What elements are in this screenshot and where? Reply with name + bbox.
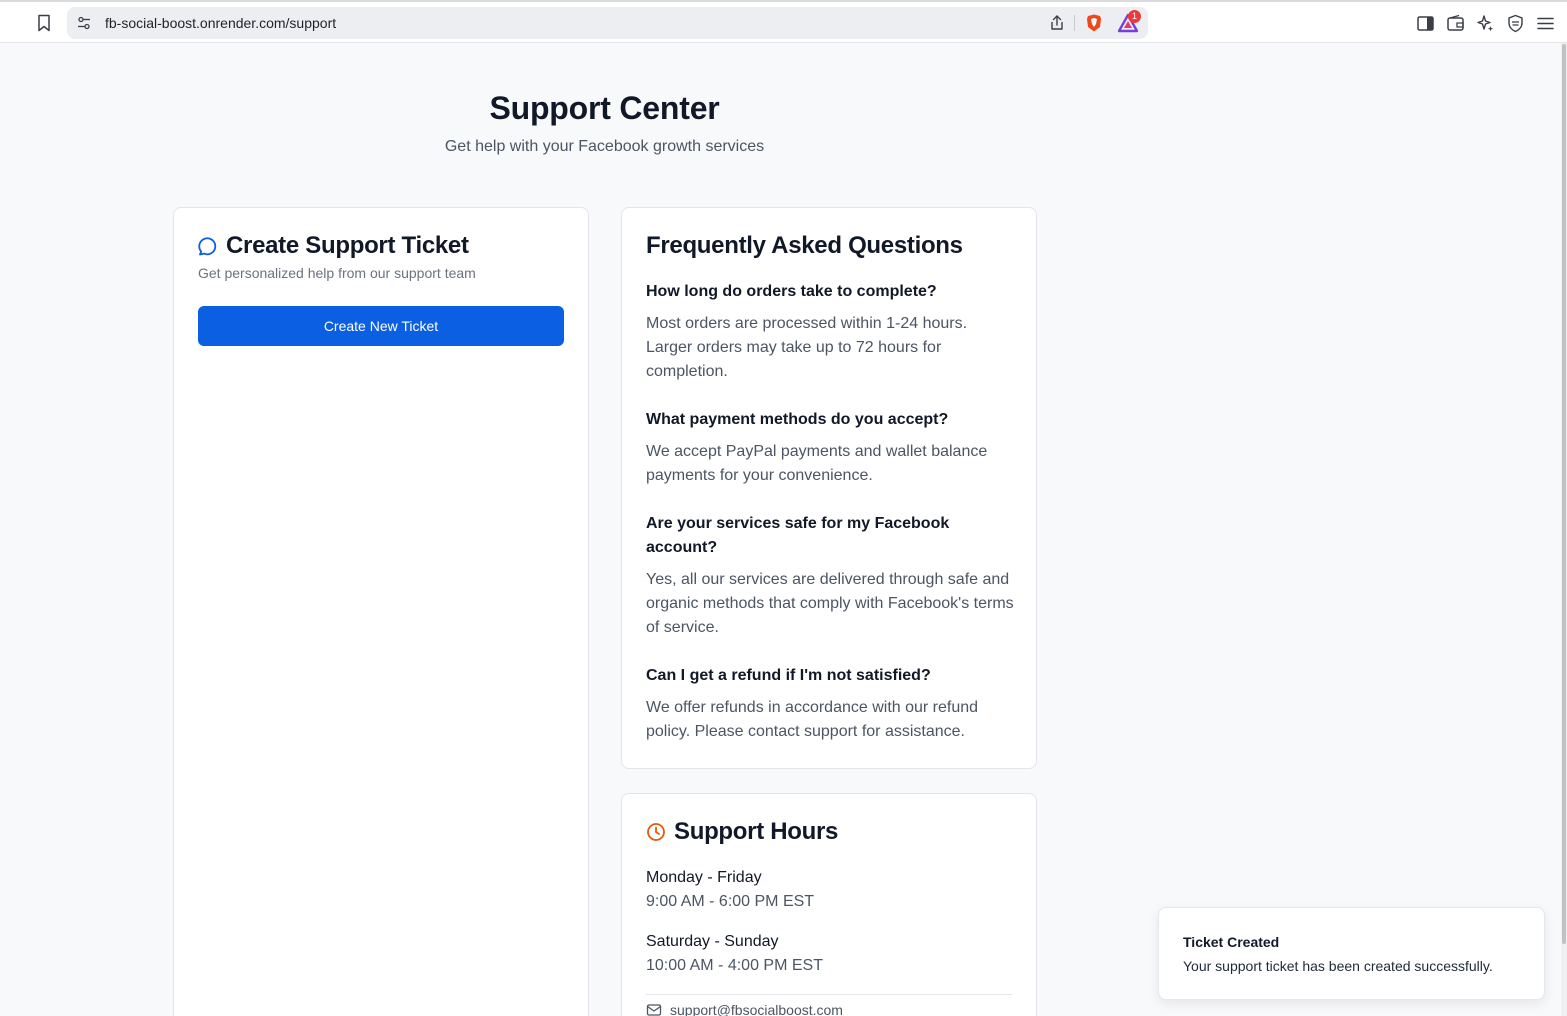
wallet-icon[interactable] xyxy=(1446,14,1465,33)
support-email[interactable]: support@fbsocialboost.com xyxy=(646,1002,843,1016)
ticket-card-description: Get personalized help from our support t… xyxy=(198,265,476,281)
mail-icon xyxy=(646,1004,662,1016)
rewards-badge: 1 xyxy=(1128,10,1141,23)
address-bar[interactable]: fb-social-boost.onrender.com/support 1 xyxy=(67,7,1148,39)
faq-answer: We accept PayPal payments and wallet bal… xyxy=(646,443,988,484)
support-hours-card: Support Hours Monday - Friday 9:00 AM - … xyxy=(621,793,1037,1016)
page-subtitle: Get help with your Facebook growth servi… xyxy=(444,138,765,155)
sidebar-icon[interactable] xyxy=(1416,14,1435,33)
browser-toolbar: fb-social-boost.onrender.com/support 1 xyxy=(0,0,1567,43)
vpn-shield-icon[interactable] xyxy=(1506,14,1525,33)
faq-item: What payment methods do you accept? We a… xyxy=(646,408,1016,488)
hours-divider xyxy=(646,994,1012,995)
faq-card: Frequently Asked Questions How long do o… xyxy=(621,207,1037,769)
weekend-time: 10:00 AM - 4:00 PM EST xyxy=(646,957,823,974)
faq-question: How long do orders take to complete? xyxy=(646,283,937,300)
weekend-hours: Saturday - Sunday 10:00 AM - 4:00 PM EST xyxy=(646,930,823,978)
brave-shields-icon[interactable] xyxy=(1084,13,1104,33)
weekday-label: Monday - Friday xyxy=(646,869,762,886)
ticket-card-title: Create Support Ticket xyxy=(226,232,469,259)
faq-question: Can I get a refund if I'm not satisfied? xyxy=(646,667,931,684)
faq-item: How long do orders take to complete? Mos… xyxy=(646,280,1016,384)
toast-message: Your support ticket has been created suc… xyxy=(1183,958,1493,974)
faq-item: Can I get a refund if I'm not satisfied?… xyxy=(646,664,1016,744)
weekday-hours: Monday - Friday 9:00 AM - 6:00 PM EST xyxy=(646,866,814,914)
bookmark-icon[interactable] xyxy=(34,13,54,33)
toolbar-divider xyxy=(1074,15,1075,31)
leo-ai-icon[interactable] xyxy=(1476,14,1495,33)
toast-notification[interactable]: Ticket Created Your support ticket has b… xyxy=(1158,907,1545,1000)
support-email-text[interactable]: support@fbsocialboost.com xyxy=(670,1002,843,1016)
faq-answer: Most orders are processed within 1-24 ho… xyxy=(646,315,968,380)
scrollbar-thumb[interactable] xyxy=(1562,44,1566,944)
ticket-card: Create Support Ticket Get personalized h… xyxy=(173,207,589,1016)
create-ticket-button[interactable]: Create New Ticket xyxy=(198,306,564,346)
ticket-card-header: Create Support Ticket xyxy=(198,232,469,260)
message-circle-icon xyxy=(198,237,217,256)
faq-list: How long do orders take to complete? Mos… xyxy=(646,280,1016,768)
faq-question: What payment methods do you accept? xyxy=(646,411,949,428)
menu-icon[interactable] xyxy=(1536,14,1555,33)
weekday-time: 9:00 AM - 6:00 PM EST xyxy=(646,893,815,910)
faq-answer: Yes, all our services are delivered thro… xyxy=(646,571,1014,636)
hours-title: Support Hours xyxy=(674,818,839,845)
url-text[interactable]: fb-social-boost.onrender.com/support xyxy=(105,15,336,31)
site-settings-icon[interactable] xyxy=(76,15,92,31)
share-icon[interactable] xyxy=(1048,14,1066,32)
weekend-label: Saturday - Sunday xyxy=(646,933,779,950)
faq-title: Frequently Asked Questions xyxy=(646,232,963,259)
toast-title: Ticket Created xyxy=(1183,934,1280,950)
page-title: Support Center xyxy=(489,90,720,126)
hours-card-header: Support Hours xyxy=(646,818,838,846)
faq-question: Are your services safe for my Facebook a… xyxy=(646,515,950,556)
faq-item: Are your services safe for my Facebook a… xyxy=(646,512,1016,640)
faq-answer: We offer refunds in accordance with our … xyxy=(646,699,979,740)
clock-icon xyxy=(647,823,665,841)
